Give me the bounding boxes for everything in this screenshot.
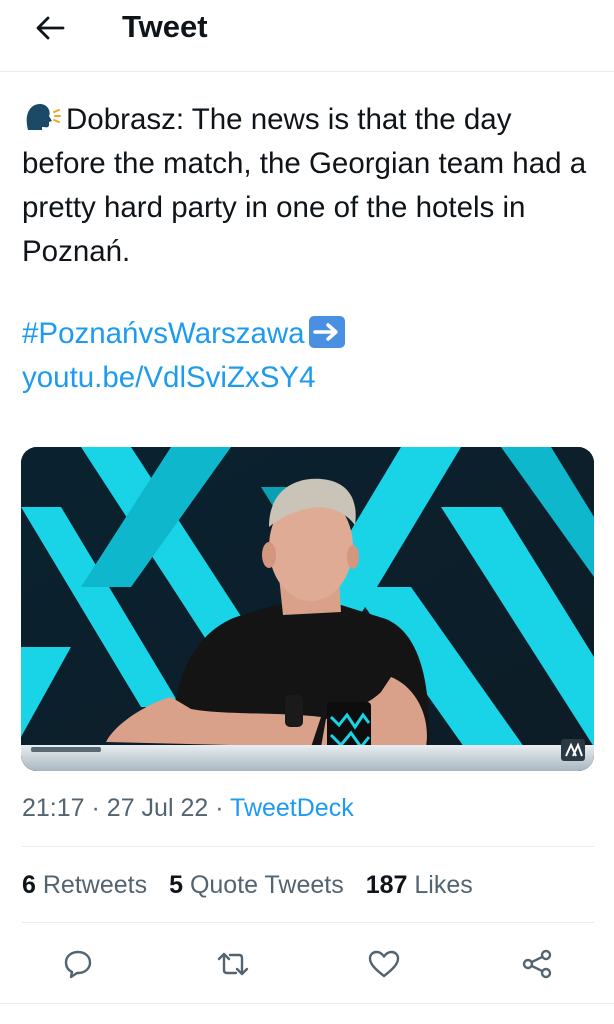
arrow-left-icon bbox=[36, 16, 65, 40]
meta-separator: · bbox=[215, 794, 224, 822]
like-button[interactable] bbox=[360, 940, 408, 988]
tweet-text: Dobrasz: The news is that the day before… bbox=[22, 103, 587, 268]
tweet-source-link[interactable]: TweetDeck bbox=[230, 794, 354, 822]
video-thumbnail[interactable] bbox=[21, 447, 594, 771]
hashtag-link[interactable]: #PoznańvsWarszawa bbox=[22, 317, 305, 350]
retweet-button[interactable] bbox=[209, 940, 257, 988]
likes-count: 187 bbox=[365, 871, 408, 899]
quotes-label: Quote Tweets bbox=[189, 871, 344, 899]
tweet-time: 21:17 bbox=[22, 794, 85, 822]
share-icon bbox=[522, 949, 552, 979]
speaking-head-icon bbox=[26, 103, 61, 130]
youtube-link[interactable]: youtu.be/VdlSviZxSY4 bbox=[22, 361, 316, 394]
meta-separator: · bbox=[91, 794, 100, 822]
tweet-links: #PoznańvsWarszawa youtu.be/VdlSviZxSY4 bbox=[22, 312, 597, 400]
reply-button[interactable] bbox=[54, 940, 102, 988]
page-title: Tweet bbox=[122, 9, 208, 44]
retweet-icon bbox=[217, 952, 249, 976]
studio-scene-image bbox=[21, 447, 594, 771]
retweets-stat[interactable]: 6 Retweets bbox=[22, 866, 147, 904]
tweet-meta: 21:17 · 27 Jul 22 · TweetDeck bbox=[22, 790, 354, 826]
tweet-date: 27 Jul 22 bbox=[106, 794, 209, 822]
retweets-count: 6 bbox=[22, 871, 36, 899]
quote-tweets-stat[interactable]: 5 Quote Tweets bbox=[169, 866, 344, 904]
like-icon bbox=[368, 950, 400, 978]
likes-stat[interactable]: 187 Likes bbox=[366, 866, 473, 904]
retweets-label: Retweets bbox=[42, 871, 148, 899]
quotes-count: 5 bbox=[169, 871, 183, 899]
tweet-stats: 6 Retweets 5 Quote Tweets 187 Likes bbox=[22, 866, 473, 904]
back-button[interactable] bbox=[28, 8, 72, 48]
divider bbox=[22, 922, 594, 923]
reply-icon bbox=[64, 950, 92, 979]
header-bar: Tweet bbox=[0, 0, 614, 72]
tweet-actions-bar bbox=[0, 940, 614, 990]
share-button[interactable] bbox=[513, 940, 561, 988]
divider bbox=[22, 846, 594, 847]
tweet-body: Dobrasz: The news is that the day before… bbox=[22, 98, 597, 274]
right-arrow-icon bbox=[308, 316, 345, 348]
divider bbox=[0, 1003, 614, 1004]
likes-label: Likes bbox=[414, 871, 473, 899]
